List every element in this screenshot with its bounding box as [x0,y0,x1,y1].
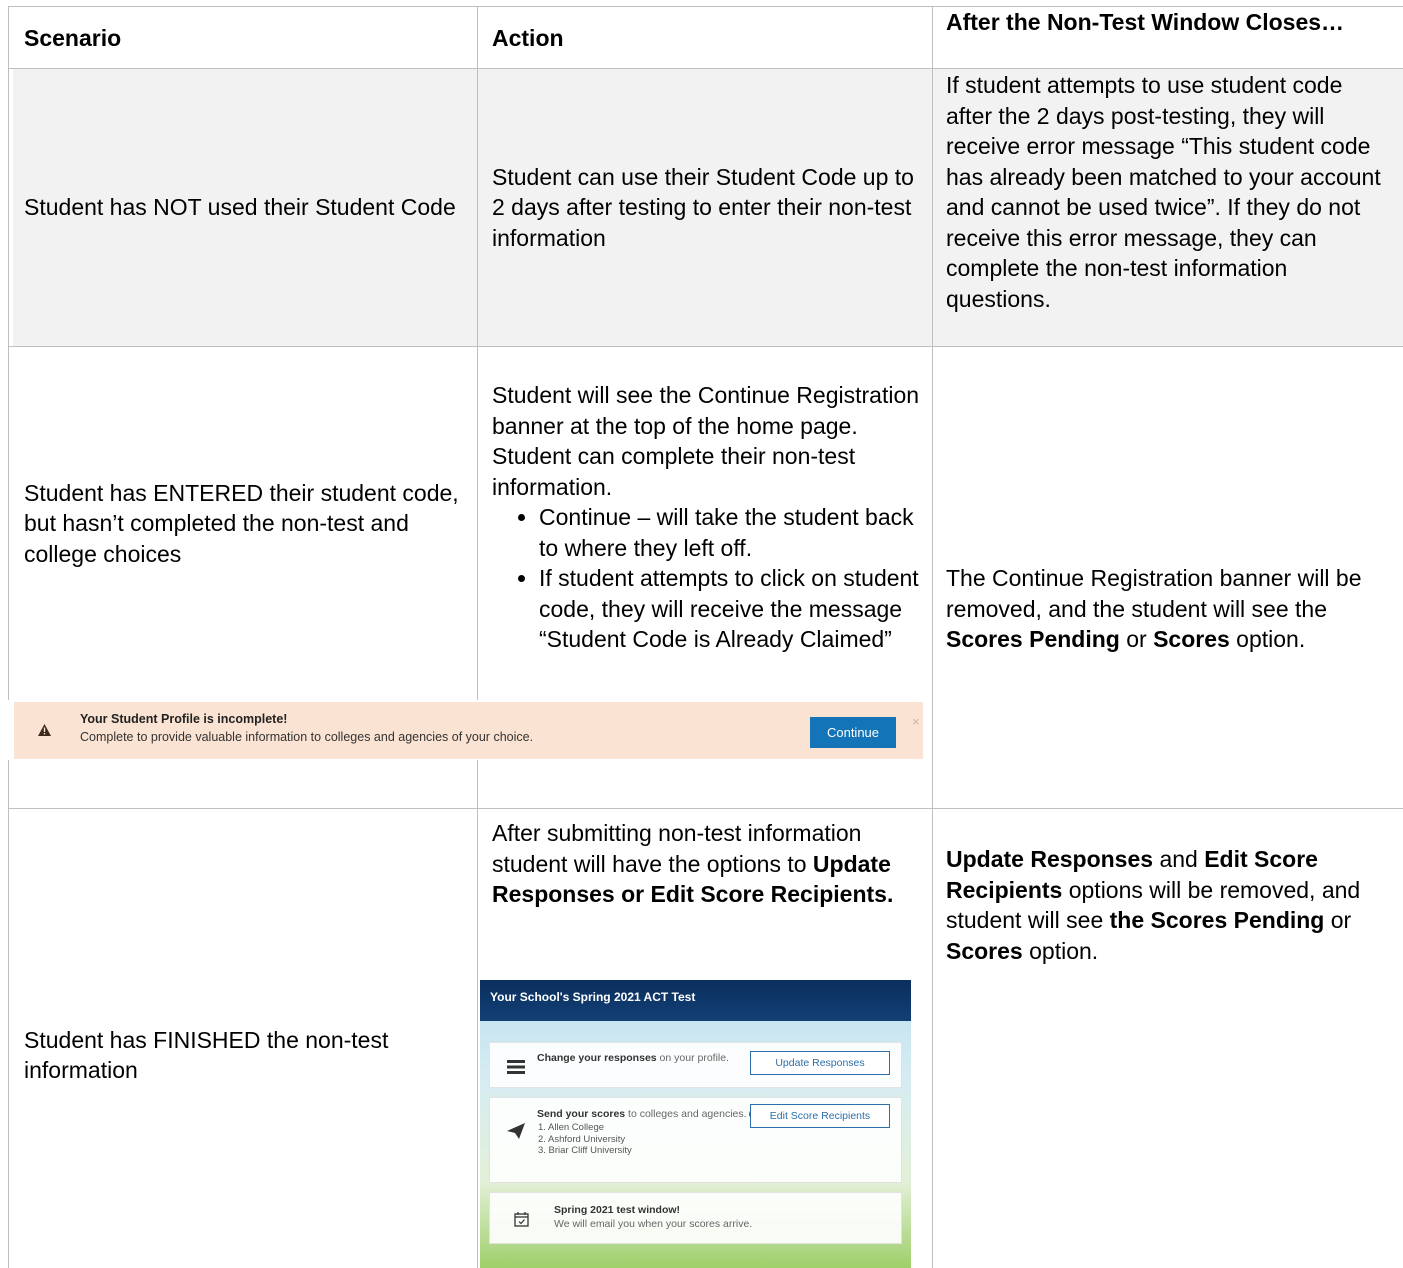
profile-incomplete-banner: Your Student Profile is incomplete! Comp… [14,702,923,759]
edit-score-recipients-button[interactable]: Edit Score Recipients [750,1104,890,1128]
card2-bold: Send your scores [537,1108,626,1120]
row2-after-text: or [1119,626,1154,652]
row1-after: If student attempts to use student code … [946,70,1391,314]
banner-subtitle: Complete to provide valuable information… [80,730,534,744]
send-scores-text: Send your scores to colleges and agencie… [537,1108,760,1121]
banner-title: Your Student Profile is incomplete! [80,712,288,726]
list-item: If student attempts to click on student … [539,563,922,655]
update-responses-label: Update Responses [946,846,1154,872]
college-list: 1. Allen College 2. Ashford University 3… [538,1122,632,1157]
test-window-text: We will email you when your scores arriv… [554,1218,753,1230]
column-divider-1 [477,6,478,700]
header-after: After the Non-Test Window Closes… [946,9,1386,36]
warning-icon [38,724,51,736]
row2-action: Student will see the Continue Registrati… [492,380,922,655]
row2-scenario: Student has ENTERED their student code, … [24,347,464,700]
header-scenario-text: Scenario [24,24,122,51]
test-window-card: Spring 2021 test window! We will email y… [489,1192,902,1244]
card1-bold: Change your responses [537,1052,657,1064]
scores-pending-label: Scores Pending [946,626,1120,652]
list-item: Continue – will take the student back to… [539,502,922,563]
act-header-title: Your School's Spring 2021 ACT Test [490,990,696,1004]
list-item: 2. Ashford University [538,1133,626,1145]
update-responses-card: Change your responses on your profile. U… [489,1042,902,1088]
calendar-icon [514,1212,529,1227]
header-action-text: Action [492,24,564,51]
update-responses-button[interactable]: Update Responses [750,1051,890,1075]
row2-scenario-text: Student has ENTERED their student code, … [24,479,459,567]
test-window-title: Spring 2021 test window! [554,1204,681,1216]
row3-after-text: or [1324,907,1352,933]
server-icon [507,1060,525,1074]
row2-action-intro: Student will see the Continue Registrati… [492,382,920,500]
row1-action-text: Student can use their Student Code up to… [492,163,914,251]
row3-action-text: After submitting non-test information st… [492,820,862,877]
row3-action: After submitting non-test information st… [492,818,912,910]
row2-after-text: The Continue Registration banner will be… [946,565,1362,622]
header-scenario: Scenario [24,8,464,68]
row1-after-text: If student attempts to use student code … [946,72,1381,312]
row2-action-list: Continue – will take the student back to… [492,502,922,655]
send-scores-card: Send your scores to colleges and agencie… [489,1097,902,1183]
card2-rest: to colleges and agencies. [625,1108,747,1120]
card1-rest: on your profile. [656,1052,729,1064]
column-divider-2 [932,6,933,1268]
row1-action: Student can use their Student Code up to… [492,69,922,346]
column-divider-1-lower [477,760,478,1268]
list-item: 1. Allen College [538,1122,605,1133]
close-icon[interactable]: × [912,714,920,729]
scores-label: Scores [946,937,1023,964]
header-after-text: After the Non-Test Window Closes… [946,9,1345,35]
scores-pending-label: the Scores Pending [1109,907,1325,933]
row1-scenario-text: Student has NOT used their Student Code [24,194,456,221]
scores-label: Scores [1153,626,1230,652]
document-page: Scenario Action After the Non-Test Windo… [0,0,1403,1268]
row3-scenario: Student has FINISHED the non-test inform… [24,1010,464,1100]
table-left-border-top [8,6,9,700]
continue-button[interactable]: Continue [810,717,896,748]
act-header-bar: Your School's Spring 2021 ACT Test [480,980,911,1021]
row3-after-text: and [1153,846,1205,872]
row3-after-text: option. [1022,937,1099,964]
act-dashboard-screenshot: Your School's Spring 2021 ACT Test Chang… [480,980,911,1268]
row3-scenario-text: Student has FINISHED the non-test inform… [24,1026,389,1084]
paper-plane-icon [507,1123,525,1139]
row2-after: The Continue Registration banner will be… [946,563,1386,655]
row3-after: Update Responses and Edit Score Recipien… [946,844,1391,966]
list-item: 3. Briar Cliff University [538,1145,632,1156]
update-responses-text: Change your responses on your profile. [537,1052,729,1065]
table-top-border [8,6,1403,7]
row1-scenario: Student has NOT used their Student Code [24,69,464,346]
table-left-border-bottom [8,760,9,1268]
row2-after-text: option. [1229,626,1306,652]
header-action: Action [492,8,922,68]
row2-border [8,808,1403,809]
